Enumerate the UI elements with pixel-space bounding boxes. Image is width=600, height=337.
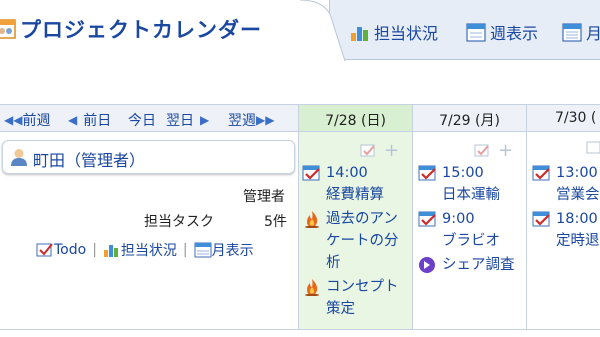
- today-button[interactable]: 今日: [128, 110, 156, 130]
- task-count: 5件: [264, 214, 287, 230]
- day-header-2[interactable]: 7/30 (: [526, 104, 600, 132]
- day-2-add-controls: [586, 140, 600, 156]
- tantou-status-label: 担当状況: [120, 243, 177, 259]
- event-line: 過去のアン: [326, 211, 398, 227]
- event-day1-2[interactable]: シェア調査: [418, 254, 524, 276]
- add-event-icon[interactable]: +: [498, 140, 513, 161]
- month-view-label: 月表示: [211, 243, 254, 259]
- add-todo-icon[interactable]: [586, 140, 600, 156]
- calendar-week-icon: [466, 23, 486, 42]
- prev-week-label: 前週: [22, 113, 51, 129]
- user-name: 町田（管理者）: [33, 151, 146, 170]
- today-label: 今日: [128, 113, 156, 129]
- day-header-1[interactable]: 7/29 (月): [412, 104, 526, 132]
- event-line: コンセプト: [326, 279, 399, 295]
- day-0-add-controls: +: [360, 140, 399, 161]
- double-left-arrow-icon: ◀◀: [4, 113, 23, 127]
- day-header-0[interactable]: 7/28 (日): [298, 104, 412, 132]
- project-calendar-icon: [0, 19, 16, 39]
- schedule-icon: [532, 211, 550, 227]
- event-time: 15:00: [442, 165, 484, 181]
- schedule-icon: [532, 165, 550, 181]
- month-view-link[interactable]: 月表示: [194, 240, 254, 260]
- todo-check-icon: [36, 243, 53, 257]
- event-title: 定時退: [556, 233, 600, 249]
- event-day0-2[interactable]: コンセプト 策定: [302, 276, 412, 320]
- schedule-icon: [418, 165, 436, 181]
- prev-day-button[interactable]: ◀ 前日: [68, 110, 111, 130]
- todo-link[interactable]: Todo: [36, 242, 86, 258]
- user-card[interactable]: 町田（管理者）: [2, 140, 295, 174]
- separator: |: [92, 242, 97, 258]
- task-label: 担当タスク: [144, 214, 214, 230]
- event-line: 析: [326, 255, 341, 271]
- bar-chart-icon: [103, 245, 118, 257]
- event-time: 14:00: [326, 165, 368, 181]
- page-title: プロジェクトカレンダー: [20, 18, 262, 42]
- add-event-icon[interactable]: +: [384, 140, 399, 161]
- event-day2-1[interactable]: 18:00 定時退: [532, 208, 600, 252]
- title-tab: プロジェクトカレンダー: [0, 0, 330, 61]
- event-time: 18:00: [556, 211, 598, 227]
- add-todo-icon[interactable]: [360, 143, 378, 159]
- event-title: ブラビオ: [442, 233, 500, 249]
- event-day0-1[interactable]: 過去のアン ケートの分 析: [302, 208, 412, 274]
- nav-tantou-status-label: 担当状況: [374, 24, 439, 43]
- divider: [0, 329, 600, 330]
- event-line: ケートの分: [326, 233, 399, 249]
- nav-tantou-status[interactable]: 担当状況: [350, 20, 438, 44]
- prev-day-label: 前日: [83, 113, 112, 129]
- event-line: 策定: [326, 301, 355, 317]
- tantou-status-link[interactable]: 担当状況: [103, 240, 177, 260]
- schedule-icon: [302, 165, 320, 181]
- event-day1-0[interactable]: 15:00 日本運輸: [418, 162, 524, 206]
- double-right-arrow-icon: ▶▶: [256, 113, 275, 127]
- nav-week-view[interactable]: 週表示: [466, 20, 538, 44]
- user-role: 管理者: [243, 189, 285, 205]
- event-title: シェア調査: [442, 257, 515, 273]
- arrow-circle-icon: [419, 257, 435, 273]
- event-time: 13:00: [556, 165, 598, 181]
- event-title: 営業会: [556, 187, 600, 203]
- next-week-label: 翌週: [228, 113, 256, 129]
- nav-week-view-label: 週表示: [490, 24, 539, 43]
- schedule-icon: [418, 211, 436, 227]
- next-day-label: 翌日: [166, 113, 194, 129]
- event-day1-1[interactable]: 9:00 ブラビオ: [418, 208, 524, 252]
- flame-icon: [305, 279, 319, 296]
- event-day2-0[interactable]: 13:00 営業会: [532, 162, 600, 206]
- prev-week-button[interactable]: ◀◀ 前週: [4, 110, 50, 130]
- next-day-button[interactable]: 翌日 ▶: [166, 110, 209, 130]
- bar-chart-icon: [351, 27, 368, 41]
- add-todo-icon[interactable]: [474, 143, 492, 159]
- top-tab-bar: プロジェクトカレンダー 担当状況 週表示 月: [0, 0, 600, 61]
- event-title: 経費精算: [326, 187, 384, 203]
- calendar-month-icon: [194, 242, 212, 258]
- user-links: Todo | 担当状況 | 月表示: [36, 240, 254, 260]
- separator: |: [182, 242, 188, 258]
- nav-month-view[interactable]: 月: [562, 20, 600, 44]
- event-title: 日本運輸: [442, 187, 500, 203]
- date-navigation: ◀◀ 前週 ◀ 前日 今日 翌日 ▶ 翌週 ▶▶: [0, 104, 298, 132]
- right-arrow-icon: ▶: [200, 113, 210, 127]
- next-week-button[interactable]: 翌週 ▶▶: [228, 110, 274, 130]
- left-arrow-icon: ◀: [68, 113, 78, 127]
- nav-month-view-label: 月: [586, 24, 600, 43]
- user-icon: [11, 149, 27, 166]
- day-1-add-controls: +: [474, 140, 513, 161]
- todo-label: Todo: [54, 242, 87, 258]
- event-time: 9:00: [442, 211, 475, 227]
- event-day0-0[interactable]: 14:00 経費精算: [302, 162, 412, 206]
- calendar-month-icon: [562, 23, 582, 42]
- flame-icon: [305, 211, 319, 228]
